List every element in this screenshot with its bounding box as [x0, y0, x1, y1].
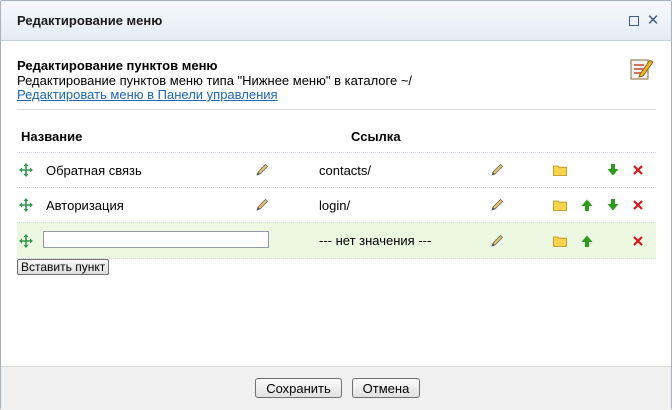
new-item-name-input[interactable] [43, 231, 269, 248]
folder-icon[interactable] [552, 223, 568, 258]
dialog-titlebar[interactable]: Редактирование меню ✕ [1, 1, 671, 41]
edit-document-icon [630, 59, 654, 80]
row-link[interactable]: --- нет значения --- [319, 223, 431, 258]
table-row: Обратная связь contacts/ [17, 152, 656, 187]
arrow-up-icon[interactable] [579, 188, 595, 222]
dialog-title: Редактирование меню [17, 13, 163, 28]
section-description: Редактирование пунктов меню типа "Нижнее… [17, 73, 413, 88]
pencil-icon[interactable] [489, 153, 505, 187]
delete-x-icon[interactable] [630, 188, 646, 222]
new-item-row: --- нет значения --- [17, 222, 656, 259]
move-arrows-icon[interactable] [18, 223, 34, 258]
delete-x-icon[interactable] [630, 153, 646, 187]
arrow-down-icon[interactable] [605, 153, 621, 187]
header-divider [17, 109, 656, 110]
pencil-icon[interactable] [254, 153, 270, 187]
move-arrows-icon[interactable] [18, 153, 34, 187]
save-button[interactable]: Сохранить [255, 378, 342, 398]
maximize-icon[interactable] [626, 13, 642, 29]
pencil-icon[interactable] [489, 223, 505, 258]
insert-item-button[interactable]: Вставить пункт [17, 259, 110, 275]
pencil-icon[interactable] [254, 188, 270, 222]
control-panel-link[interactable]: Редактировать меню в Панели управления [17, 87, 278, 102]
column-header-name: Название [21, 129, 83, 144]
cancel-button[interactable]: Отмена [352, 378, 420, 398]
row-name[interactable]: Обратная связь [46, 153, 142, 187]
column-header-link: Ссылка [351, 129, 401, 144]
section-title: Редактирование пунктов меню [17, 58, 218, 73]
folder-icon[interactable] [552, 153, 568, 187]
dialog-footer: Сохранить Отмена [1, 366, 671, 410]
menu-edit-dialog: Редактирование меню ✕ Редактирование пун… [0, 0, 672, 410]
row-link[interactable]: contacts/ [319, 153, 371, 187]
move-arrows-icon[interactable] [18, 188, 34, 222]
row-name[interactable]: Авторизация [46, 188, 124, 222]
delete-x-icon[interactable] [630, 223, 646, 258]
close-icon[interactable]: ✕ [645, 13, 661, 29]
pencil-icon[interactable] [489, 188, 505, 222]
arrow-down-icon[interactable] [605, 188, 621, 222]
row-link[interactable]: login/ [319, 188, 350, 222]
folder-icon[interactable] [552, 188, 568, 222]
arrow-up-icon[interactable] [579, 223, 595, 258]
table-row: Авторизация login/ [17, 187, 656, 222]
